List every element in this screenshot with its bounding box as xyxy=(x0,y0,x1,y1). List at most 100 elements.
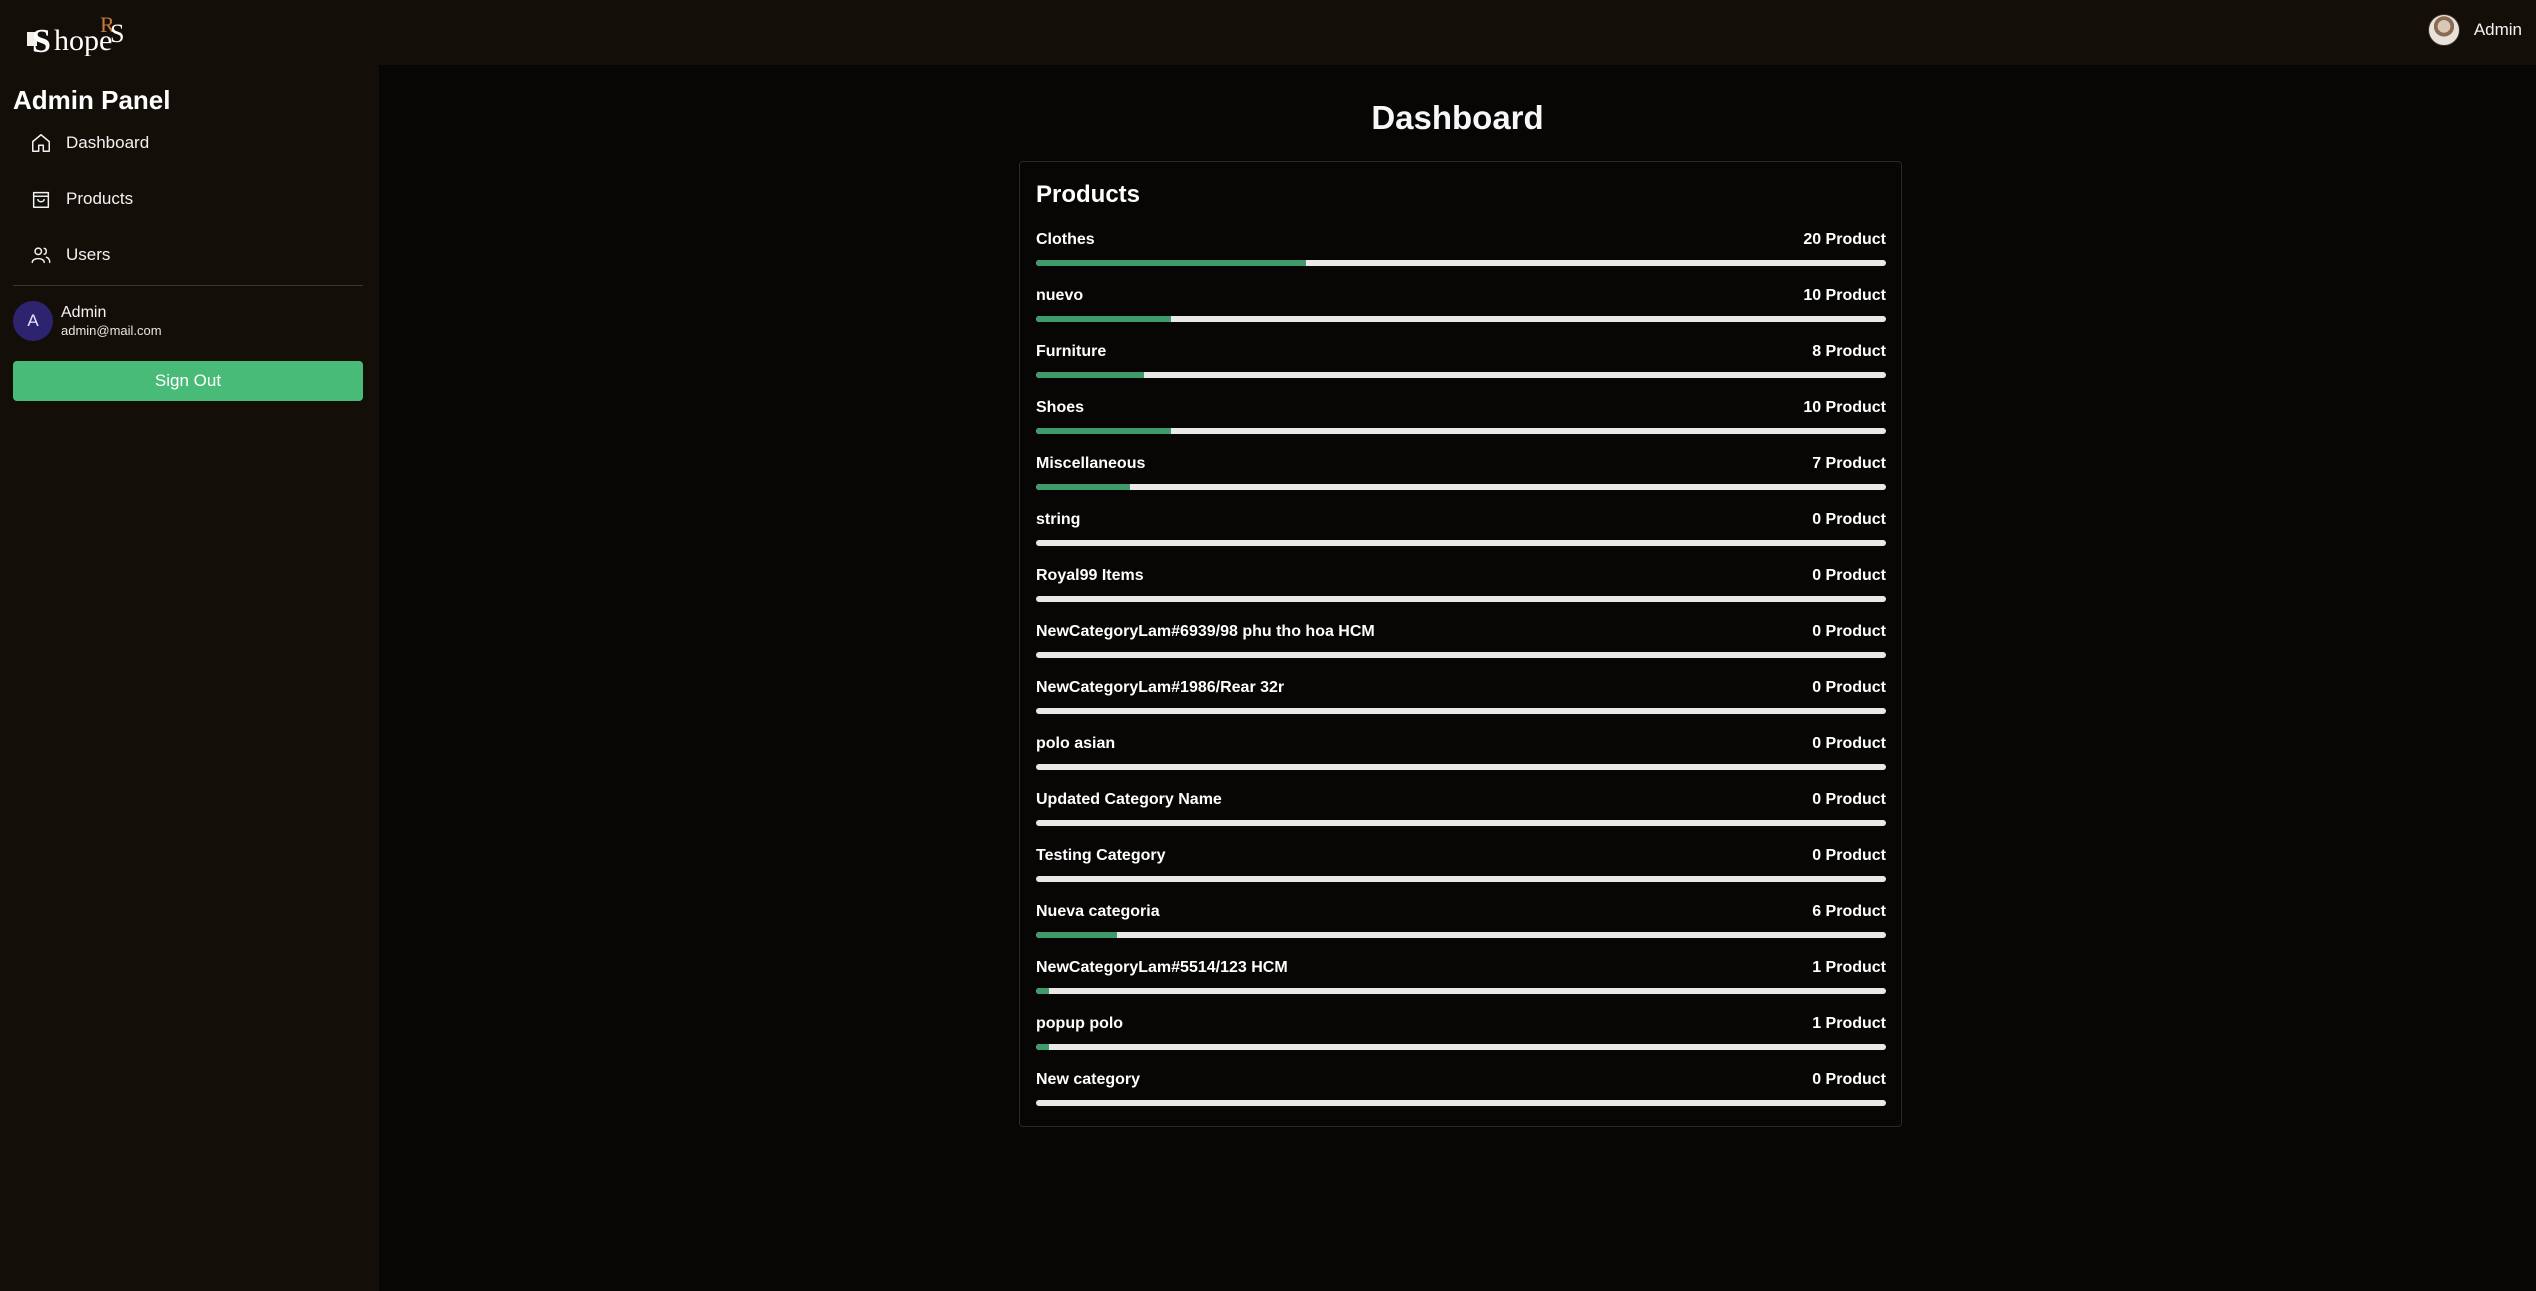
progress-track xyxy=(1036,652,1886,658)
progress-track xyxy=(1036,1100,1886,1106)
progress-track xyxy=(1036,764,1886,770)
category-row: Nueva categoria 6 Product xyxy=(1036,902,1886,958)
category-name: Shoes xyxy=(1036,399,1085,416)
category-row: Testing Category 0 Product xyxy=(1036,846,1886,902)
top-user-menu[interactable]: Admin xyxy=(2427,14,2522,46)
progress-track xyxy=(1036,820,1886,826)
category-row-header: Royal99 Items 0 Product xyxy=(1036,566,1886,586)
progress-track xyxy=(1036,708,1886,714)
sidebar-title: Admin Panel xyxy=(13,85,171,115)
category-name: NewCategoryLam#5514/123 HCM xyxy=(1036,959,1288,976)
category-row-header: NewCategoryLam#1986/Rear 32r 0 Product xyxy=(1036,678,1886,698)
progress-track xyxy=(1036,428,1886,434)
users-icon xyxy=(31,247,51,264)
category-count: 8 Product xyxy=(1812,343,1886,360)
progress-fill xyxy=(1036,1044,1050,1050)
category-row-header: nuevo 10 Product xyxy=(1036,286,1886,306)
category-row-header: Furniture 8 Product xyxy=(1036,342,1886,362)
category-count: 0 Product xyxy=(1812,511,1886,528)
progress-track xyxy=(1036,988,1886,994)
category-name: polo asian xyxy=(1036,735,1116,752)
progress-track xyxy=(1036,260,1886,266)
progress-fill xyxy=(1036,484,1131,490)
category-row: New category 0 Product xyxy=(1036,1070,1886,1126)
top-bar: S hope R S Admin xyxy=(0,0,2536,65)
category-name: Miscellaneous xyxy=(1036,455,1146,472)
shopping-bag-icon xyxy=(32,191,50,208)
category-name: Clothes xyxy=(1036,231,1095,248)
category-row: polo asian 0 Product xyxy=(1036,734,1886,790)
category-row: Clothes 20 Product xyxy=(1036,230,1886,286)
category-row: Shoes 10 Product xyxy=(1036,398,1886,454)
category-count: 0 Product xyxy=(1812,623,1886,640)
progress-track xyxy=(1036,1044,1886,1050)
top-user-name: Admin xyxy=(2473,20,2522,39)
category-name: New category xyxy=(1036,1071,1141,1088)
sidebar: Admin Panel Dashboard Products Users A A… xyxy=(0,65,379,1291)
progress-track xyxy=(1036,484,1886,490)
sign-out-button[interactable]: Sign Out xyxy=(13,361,363,401)
category-row-header: NewCategoryLam#5514/123 HCM 1 Product xyxy=(1036,958,1886,978)
category-count: 0 Product xyxy=(1812,567,1886,584)
category-count: 0 Product xyxy=(1812,679,1886,696)
svg-text:S: S xyxy=(32,23,51,56)
progress-track xyxy=(1036,932,1886,938)
category-row: nuevo 10 Product xyxy=(1036,286,1886,342)
sidebar-item-dashboard[interactable]: Dashboard xyxy=(30,132,149,154)
progress-fill xyxy=(1036,932,1117,938)
sidebar-item-products[interactable]: Products xyxy=(30,188,133,210)
logo-icon: S hope R S xyxy=(27,12,124,60)
category-count: 1 Product xyxy=(1812,1015,1886,1032)
sidebar-item-label: Products xyxy=(66,189,134,208)
sidebar-item-label: Users xyxy=(66,245,111,264)
category-row-header: Clothes 20 Product xyxy=(1036,230,1886,250)
category-name: Royal99 Items xyxy=(1036,567,1144,584)
category-list: Clothes 20 Product nuevo 10 Product Furnitur… xyxy=(1036,230,1886,1126)
category-row: Furniture 8 Product xyxy=(1036,342,1886,398)
category-row-header: polo asian 0 Product xyxy=(1036,734,1886,754)
category-count: 1 Product xyxy=(1812,959,1886,976)
category-name: Nueva categoria xyxy=(1036,903,1160,920)
progress-fill xyxy=(1036,428,1171,434)
profile-name: Admin xyxy=(61,304,107,321)
progress-fill xyxy=(1036,316,1171,322)
category-count: 10 Product xyxy=(1803,399,1886,416)
category-name: NewCategoryLam#6939/98 phu tho hoa HCM xyxy=(1036,623,1375,640)
home-icon xyxy=(32,134,50,152)
category-name: Updated Category Name xyxy=(1036,791,1222,808)
category-row-header: Nueva categoria 6 Product xyxy=(1036,902,1886,922)
profile-avatar: A xyxy=(13,301,53,341)
category-row-header: popup polo 1 Product xyxy=(1036,1014,1886,1034)
category-row-header: Miscellaneous 7 Product xyxy=(1036,454,1886,474)
avatar[interactable] xyxy=(2427,14,2460,46)
progress-fill xyxy=(1036,260,1306,266)
logo[interactable]: S hope R S xyxy=(26,8,128,60)
category-row-header: string 0 Product xyxy=(1036,510,1886,530)
category-row: popup polo 1 Product xyxy=(1036,1014,1886,1070)
progress-track xyxy=(1036,596,1886,602)
sidebar-item-label: Dashboard xyxy=(66,133,150,152)
category-row-header: NewCategoryLam#6939/98 phu tho hoa HCM 0 … xyxy=(1036,622,1886,642)
category-count: 10 Product xyxy=(1803,287,1886,304)
category-count: 0 Product xyxy=(1812,791,1886,808)
category-row-header: Testing Category 0 Product xyxy=(1036,846,1886,866)
products-card: Products Clothes 20 Product nuevo 10 Produc… xyxy=(1019,161,1902,1127)
category-row: string 0 Product xyxy=(1036,510,1886,566)
progress-track xyxy=(1036,540,1886,546)
category-row: NewCategoryLam#6939/98 phu tho hoa HCM 0 … xyxy=(1036,622,1886,678)
category-name: Furniture xyxy=(1036,343,1107,360)
category-count: 6 Product xyxy=(1812,903,1886,920)
sidebar-item-users[interactable]: Users xyxy=(30,244,110,266)
progress-track xyxy=(1036,876,1886,882)
category-row: NewCategoryLam#1986/Rear 32r 0 Product xyxy=(1036,678,1886,734)
profile-email: admin@mail.com xyxy=(61,323,162,338)
category-name: popup polo xyxy=(1036,1015,1124,1032)
category-row: Updated Category Name 0 Product xyxy=(1036,790,1886,846)
category-count: 0 Product xyxy=(1812,1071,1886,1088)
category-count: 20 Product xyxy=(1803,231,1886,248)
page-title: Dashboard xyxy=(1371,99,1544,136)
category-row: Royal99 Items 0 Product xyxy=(1036,566,1886,622)
profile: A Admin admin@mail.com xyxy=(13,301,162,341)
progress-fill xyxy=(1036,988,1050,994)
category-row: Miscellaneous 7 Product xyxy=(1036,454,1886,510)
